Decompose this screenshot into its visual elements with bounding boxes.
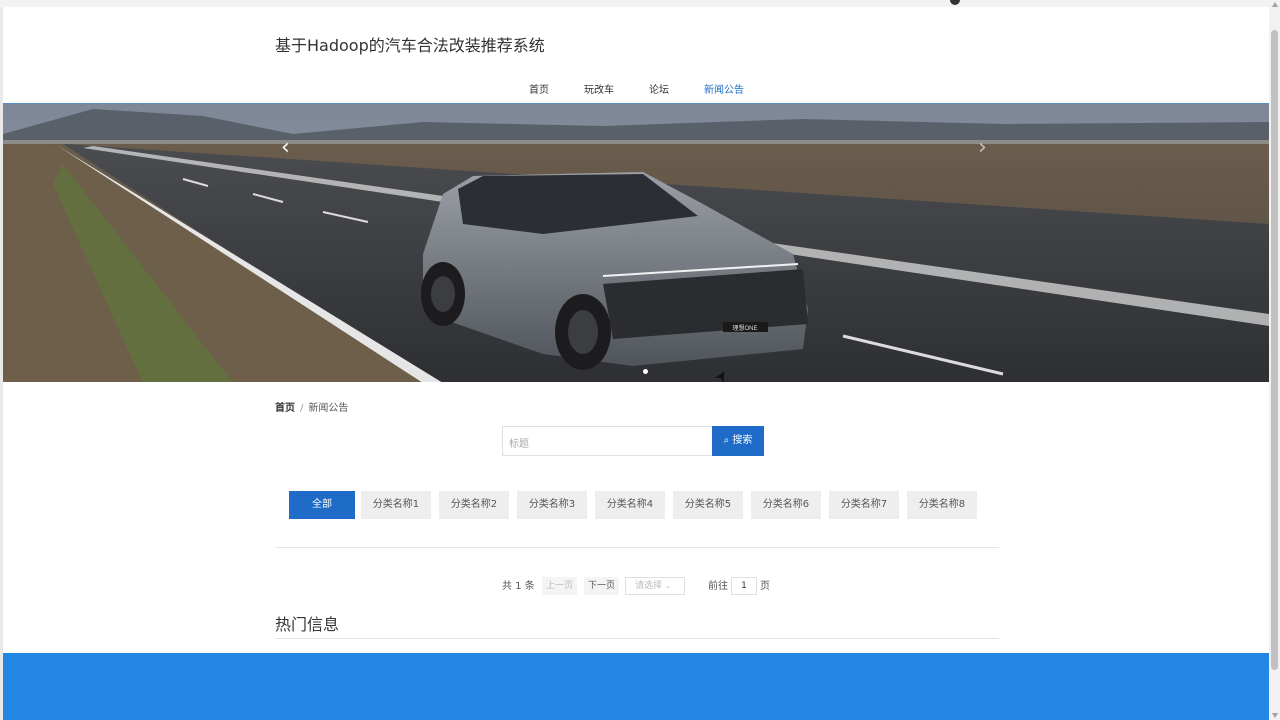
- nav-item-modding[interactable]: 玩改车: [584, 81, 614, 96]
- pagination-goto-prefix: 前往: [708, 581, 728, 592]
- chevron-down-icon: ⌄: [664, 582, 671, 590]
- page-size-select[interactable]: 请选择 ⌄: [625, 577, 685, 595]
- category-item[interactable]: 分类名称1: [361, 491, 431, 519]
- pagination-goto-suffix: 页: [760, 581, 770, 592]
- category-item[interactable]: 分类名称6: [751, 491, 821, 519]
- nav-item-home[interactable]: 首页: [529, 81, 549, 96]
- category-all[interactable]: 全部: [289, 491, 355, 519]
- carousel-prev-button[interactable]: ‹: [281, 135, 290, 160]
- nav-item-forum[interactable]: 论坛: [649, 81, 669, 96]
- browser-top-strip: [0, 0, 1280, 7]
- site-title: 基于Hadoop的汽车合法改装推荐系统: [275, 36, 545, 55]
- hot-info-title: 热门信息: [275, 615, 340, 634]
- pagination-prev-button[interactable]: 上一页: [542, 577, 577, 595]
- scroll-up-icon[interactable]: [1272, 2, 1278, 7]
- search-input[interactable]: 标题: [502, 426, 713, 456]
- carousel-next-button[interactable]: ›: [978, 135, 987, 160]
- scrollbar-thumb[interactable]: [1271, 30, 1278, 670]
- search-icon: ⌕: [723, 435, 730, 446]
- license-plate-text: 理想ONE: [732, 324, 757, 332]
- page-viewport: 基于Hadoop的汽车合法改装推荐系统 首页 玩改车 论坛 新闻公告 理想ONE…: [3, 7, 1269, 720]
- carousel-indicator-dot[interactable]: [643, 369, 648, 374]
- page-scrollbar[interactable]: [1269, 0, 1280, 720]
- search-button-label: 搜索: [732, 435, 753, 446]
- scroll-down-icon[interactable]: [1272, 713, 1278, 718]
- pagination-goto-input[interactable]: 1: [731, 577, 757, 595]
- category-item[interactable]: 分类名称2: [439, 491, 509, 519]
- chevron-left-icon: ‹: [281, 135, 290, 160]
- content-divider: [275, 547, 999, 548]
- hot-info-divider: [275, 638, 999, 639]
- category-item[interactable]: 分类名称8: [907, 491, 977, 519]
- chevron-right-icon: ›: [978, 135, 987, 160]
- breadcrumb-home[interactable]: 首页: [275, 403, 295, 414]
- search-button[interactable]: ⌕ 搜索: [712, 426, 764, 456]
- nav-item-news[interactable]: 新闻公告: [704, 81, 744, 96]
- breadcrumb-current: 新闻公告: [308, 403, 349, 414]
- page-footer: [3, 653, 1269, 720]
- car-banner-image: 理想ONE: [3, 104, 1269, 382]
- breadcrumb-separator: /: [300, 403, 304, 414]
- category-item[interactable]: 分类名称7: [829, 491, 899, 519]
- breadcrumb: 首页 / 新闻公告: [275, 399, 348, 414]
- category-item[interactable]: 分类名称5: [673, 491, 743, 519]
- page-size-placeholder: 请选择: [635, 581, 663, 591]
- category-item[interactable]: 分类名称4: [595, 491, 665, 519]
- category-item[interactable]: 分类名称3: [517, 491, 587, 519]
- pagination-total: 共 1 条: [502, 581, 535, 592]
- pagination-next-button[interactable]: 下一页: [584, 577, 619, 595]
- hero-carousel[interactable]: 理想ONE: [3, 103, 1269, 382]
